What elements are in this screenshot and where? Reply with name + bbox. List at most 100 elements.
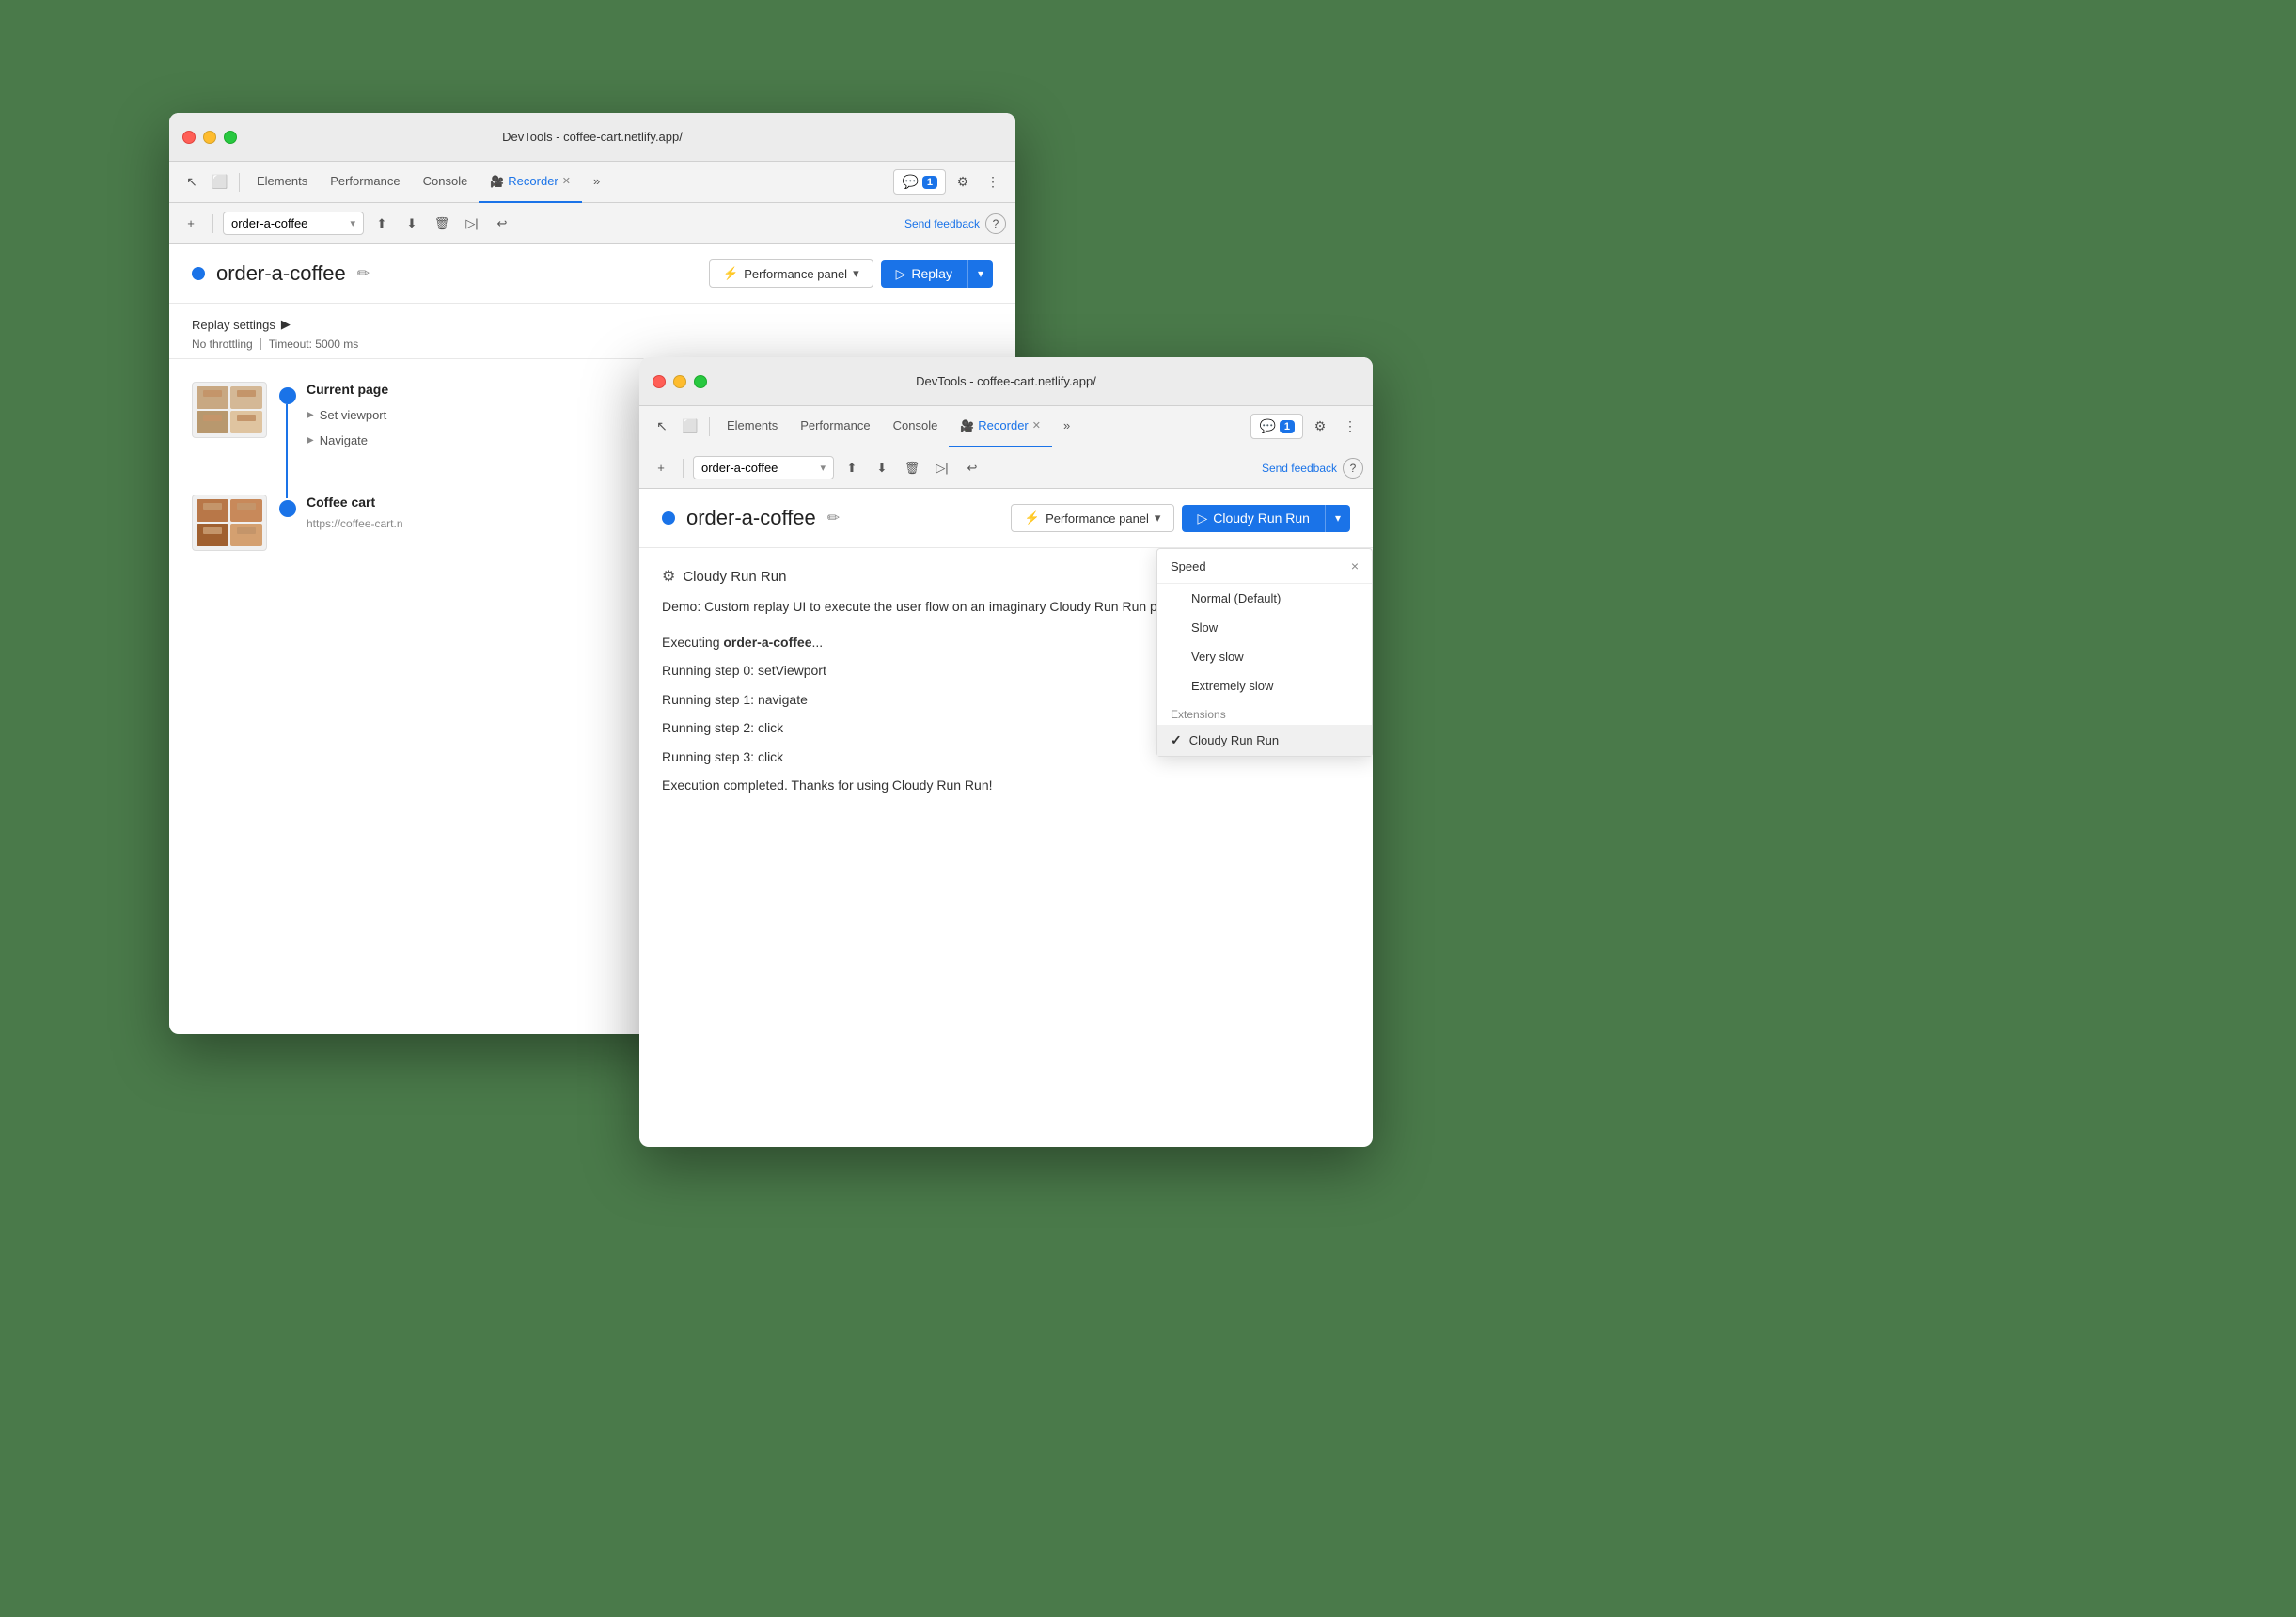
chevron-down-icon-back: ▾ xyxy=(350,217,355,229)
chevron-right-icon-back: ▶ xyxy=(281,317,291,332)
menu-icon-btn-back[interactable]: ⋮ xyxy=(980,169,1006,196)
replay-btn-main-back[interactable]: ▷ Replay xyxy=(881,260,967,288)
tab-performance-back[interactable]: Performance xyxy=(319,162,411,203)
titlebar-back: DevTools - coffee-cart.netlify.app/ xyxy=(169,113,1015,162)
replay-settings-header-back[interactable]: Replay settings ▶ xyxy=(192,317,993,332)
toolbar-divider-1 xyxy=(239,173,240,192)
tab-close-recorder-back[interactable]: ✕ xyxy=(562,175,571,187)
tab-recorder-front[interactable]: 🎥 Recorder ✕ xyxy=(949,406,1052,447)
badge-count-front: 1 xyxy=(1280,420,1295,433)
speed-normal-label: Normal (Default) xyxy=(1191,591,1281,605)
close-traffic-light[interactable] xyxy=(182,131,196,144)
extension-cloudy-item[interactable]: ✓ Cloudy Run Run xyxy=(1157,725,1372,756)
speed-normal-item[interactable]: Normal (Default) xyxy=(1157,584,1372,613)
tab-console-back[interactable]: Console xyxy=(412,162,480,203)
settings-icon-btn-back[interactable]: ⚙ xyxy=(950,169,976,196)
device-icon-btn-front[interactable]: ⬜ xyxy=(677,414,703,440)
devtools-toolbar-back: ↖ ⬜ Elements Performance Console 🎥 Recor… xyxy=(169,162,1015,203)
export-icon-btn-back[interactable]: ⬆ xyxy=(370,212,394,236)
traffic-lights-front xyxy=(653,375,707,388)
tab-console-front[interactable]: Console xyxy=(882,406,950,447)
recorder-icon-front: 🎥 xyxy=(960,419,974,432)
perf-icon-back: ⚡ xyxy=(723,266,738,281)
maximize-traffic-light-front[interactable] xyxy=(694,375,707,388)
chat-badge-btn-back[interactable]: 💬 1 xyxy=(893,169,946,195)
cloudy-run-btn-front[interactable]: ▷ Cloudy Run Run xyxy=(1182,505,1325,532)
replay-settings-info-back: No throttling Timeout: 5000 ms xyxy=(192,338,993,351)
speed-extremely-slow-label: Extremely slow xyxy=(1191,679,1273,693)
perf-panel-btn-front[interactable]: ⚡ Performance panel ▾ xyxy=(1011,504,1175,532)
add-recording-btn-back[interactable]: + xyxy=(179,212,203,236)
edit-icon-back[interactable]: ✏ xyxy=(357,264,370,283)
play-step-icon-btn-front[interactable]: ▷| xyxy=(930,456,954,480)
perf-arrow-icon-front: ▾ xyxy=(1155,510,1161,526)
header-right-front: ⚡ Performance panel ▾ ▷ Cloudy Run Run ▾ xyxy=(1011,504,1350,532)
send-feedback-link-front[interactable]: Send feedback xyxy=(1262,462,1337,475)
import-icon-btn-front[interactable]: ⬇ xyxy=(870,456,894,480)
toolbar-divider-front-1 xyxy=(709,417,710,436)
throttling-label-back: No throttling xyxy=(192,338,253,351)
pointer-icon-btn-front[interactable]: ↖ xyxy=(649,414,675,440)
tab-more-front[interactable]: » xyxy=(1052,406,1081,447)
device-icon-btn-back[interactable]: ⬜ xyxy=(207,169,233,196)
recording-selector-back[interactable]: order-a-coffee ▾ xyxy=(223,212,364,235)
speed-slow-item[interactable]: Slow xyxy=(1157,613,1372,642)
perf-panel-label-front: Performance panel xyxy=(1046,511,1149,526)
minimize-traffic-light-front[interactable] xyxy=(673,375,686,388)
step-timeline-0-back xyxy=(278,385,297,451)
check-mark-icon: ✓ xyxy=(1171,732,1182,748)
perf-panel-btn-back[interactable]: ⚡ Performance panel ▾ xyxy=(709,259,873,288)
recording-header-front: order-a-coffee ✏ ⚡ Performance panel ▾ ▷… xyxy=(639,489,1373,548)
play-icon-back: ▷ xyxy=(896,266,906,282)
speed-very-slow-item[interactable]: Very slow xyxy=(1157,642,1372,671)
recording-title-back: order-a-coffee xyxy=(216,261,346,286)
toolbar-right-front: 💬 1 ⚙ ⋮ xyxy=(1250,414,1363,440)
export-icon-btn-front[interactable]: ⬆ xyxy=(840,456,864,480)
import-icon-btn-back[interactable]: ⬇ xyxy=(400,212,424,236)
undo-icon-btn-front[interactable]: ↩ xyxy=(960,456,984,480)
recording-selector-front[interactable]: order-a-coffee ▾ xyxy=(693,456,834,479)
maximize-traffic-light[interactable] xyxy=(224,131,237,144)
recorder-main-front: ⚙ Cloudy Run Run Demo: Custom replay UI … xyxy=(639,548,1373,822)
perf-icon-front: ⚡ xyxy=(1025,510,1040,526)
toolbar-right-back: 💬 1 ⚙ ⋮ xyxy=(893,169,1006,196)
help-btn-front[interactable]: ? xyxy=(1343,458,1363,479)
tab-more-back[interactable]: » xyxy=(582,162,611,203)
tab-performance-front[interactable]: Performance xyxy=(789,406,881,447)
extensions-section-label: Extensions xyxy=(1157,700,1372,725)
undo-icon-btn-back[interactable]: ↩ xyxy=(490,212,514,236)
dropdown-title-front: Speed xyxy=(1171,559,1206,573)
dropdown-header-front: Speed × xyxy=(1157,549,1372,584)
dropdown-close-btn-front[interactable]: × xyxy=(1351,558,1359,573)
replay-btn-dropdown-back[interactable]: ▾ xyxy=(967,260,993,288)
chat-badge-btn-front[interactable]: 💬 1 xyxy=(1250,414,1303,439)
delete-icon-btn-back[interactable]: 🗑 xyxy=(430,212,454,236)
titlebar-front: DevTools - coffee-cart.netlify.app/ xyxy=(639,357,1373,406)
recorder-icon-back: 🎥 xyxy=(490,175,504,188)
tab-elements-back[interactable]: Elements xyxy=(245,162,319,203)
speed-extremely-slow-item[interactable]: Extremely slow xyxy=(1157,671,1372,700)
tab-recorder-back[interactable]: 🎥 Recorder ✕ xyxy=(479,162,582,203)
expand-arrow-icon: ▶ xyxy=(307,410,314,420)
cloudy-btn-dropdown-front[interactable]: ▾ xyxy=(1325,505,1350,532)
add-recording-btn-front[interactable]: + xyxy=(649,456,673,480)
step-timeline-1-back xyxy=(278,498,297,530)
tab-elements-front[interactable]: Elements xyxy=(716,406,789,447)
help-btn-back[interactable]: ? xyxy=(985,213,1006,234)
recorder-toolbar-front: + order-a-coffee ▾ ⬆ ⬇ 🗑 ▷| ↩ Send feedb… xyxy=(639,447,1373,489)
minimize-traffic-light[interactable] xyxy=(203,131,216,144)
play-step-icon-btn-back[interactable]: ▷| xyxy=(460,212,484,236)
send-feedback-link-back[interactable]: Send feedback xyxy=(904,217,980,230)
delete-icon-btn-front[interactable]: 🗑 xyxy=(900,456,924,480)
perf-panel-label-back: Performance panel xyxy=(744,267,847,281)
settings-icon-btn-front[interactable]: ⚙ xyxy=(1307,414,1333,440)
traffic-lights-back xyxy=(182,131,237,144)
edit-icon-front[interactable]: ✏ xyxy=(827,509,840,527)
recording-name-back: order-a-coffee xyxy=(231,216,307,230)
step-sub-label-0-0-back: Set viewport xyxy=(320,408,387,422)
close-traffic-light-front[interactable] xyxy=(653,375,666,388)
menu-icon-btn-front[interactable]: ⋮ xyxy=(1337,414,1363,440)
pointer-icon-btn-back[interactable]: ↖ xyxy=(179,169,205,196)
cloudy-btn-group-front: ▷ Cloudy Run Run ▾ xyxy=(1182,505,1350,532)
tab-close-recorder-front[interactable]: ✕ xyxy=(1032,419,1041,432)
